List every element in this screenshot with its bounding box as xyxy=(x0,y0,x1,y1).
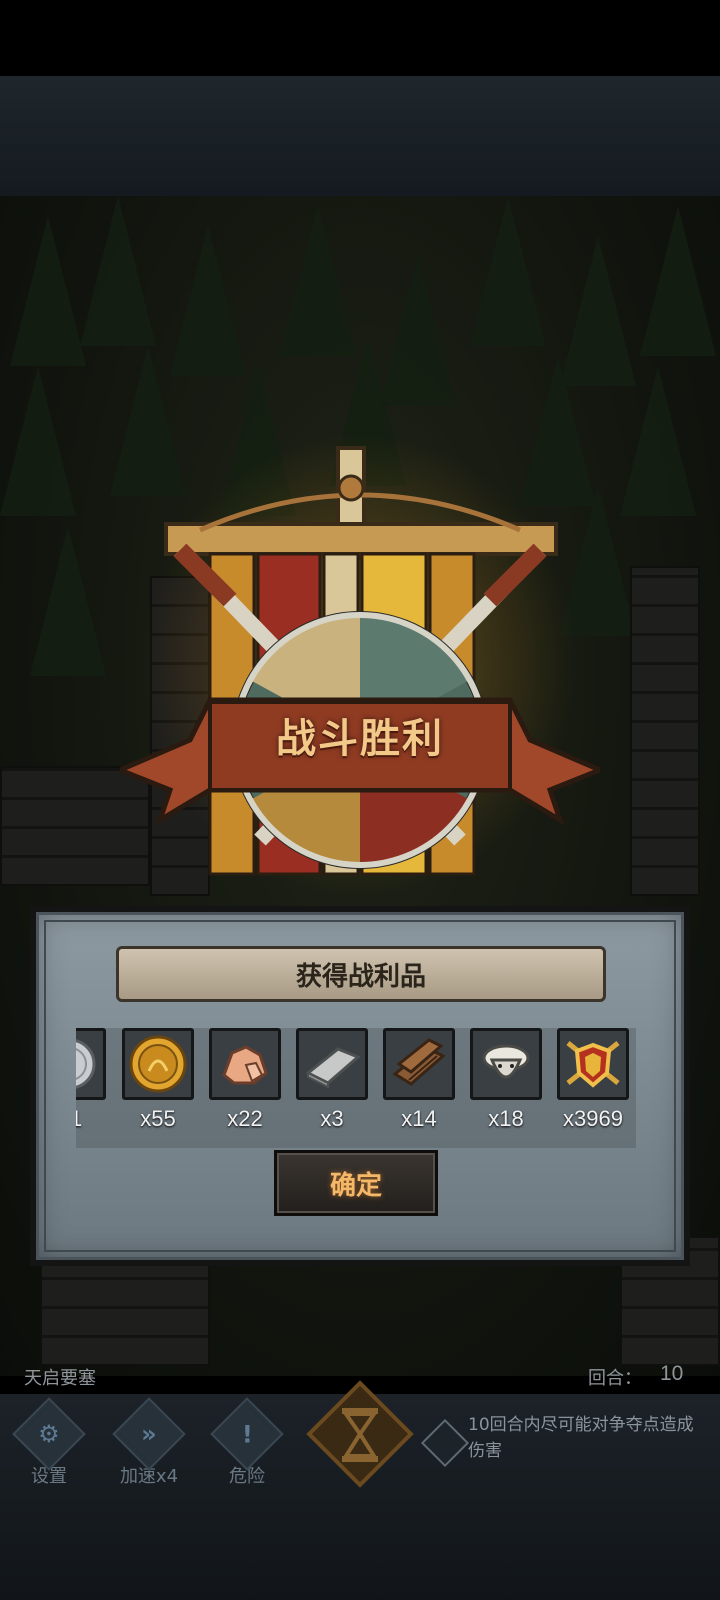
gear-icon: ⚙ xyxy=(12,1397,86,1471)
item-slot xyxy=(76,1028,106,1100)
end-turn-button[interactable] xyxy=(304,1378,416,1490)
loot-item-wood[interactable]: x14 xyxy=(381,1028,457,1148)
item-count: x55 xyxy=(140,1106,176,1131)
loot-item-gold-coin[interactable]: x55 xyxy=(120,1028,196,1148)
item-count: x22 xyxy=(227,1106,263,1131)
objective-text: 10回合内尽可能对争夺点造成伤害 xyxy=(468,1415,694,1461)
loot-title: 获得战利品 xyxy=(295,961,426,992)
silver-coin-icon xyxy=(76,1039,96,1089)
loot-item-merit[interactable]: x3969 xyxy=(555,1028,631,1148)
sheep-icon xyxy=(482,1044,530,1079)
item-count: x14 xyxy=(401,1106,437,1131)
loot-item-stone-ore[interactable]: x22 xyxy=(207,1028,283,1148)
item-slot xyxy=(557,1028,629,1100)
item-slot xyxy=(296,1028,368,1100)
confirm-button[interactable]: 确定 xyxy=(274,1150,438,1216)
settings-button[interactable]: ⚙ 设置 xyxy=(6,1397,92,1488)
wood-planks-icon xyxy=(392,1038,446,1086)
speed-button[interactable]: » 加速x4 xyxy=(106,1397,192,1488)
crossed-tools-icon xyxy=(420,1418,470,1468)
round-value: 10 xyxy=(660,1362,684,1385)
victory-title: 战斗胜利 xyxy=(276,716,444,762)
header-strip xyxy=(0,76,720,196)
fast-forward-icon: » xyxy=(112,1397,186,1471)
item-slot xyxy=(383,1028,455,1100)
gold-shield-medal-icon xyxy=(566,1041,620,1088)
danger-button[interactable]: ! 危险 xyxy=(204,1397,290,1488)
objective-tip: 10回合内尽可能对争夺点造成伤害 xyxy=(420,1408,710,1478)
round-label: 回合： xyxy=(588,1368,642,1389)
status-bar xyxy=(0,0,720,76)
stone-ore-icon xyxy=(222,1045,268,1085)
item-count: x3 xyxy=(320,1106,344,1131)
loot-item-silver-coin[interactable]: 21 xyxy=(76,1028,108,1148)
confirm-label: 确定 xyxy=(329,1170,382,1201)
item-count: x3969 xyxy=(563,1106,623,1131)
hourglass-icon xyxy=(306,1380,414,1488)
loot-items-list[interactable]: 21 x55 x22 xyxy=(76,1028,636,1148)
victory-emblem: 战斗胜利 xyxy=(113,440,607,900)
item-slot xyxy=(122,1028,194,1100)
item-slot xyxy=(209,1028,281,1100)
loot-item-sheep[interactable]: x18 xyxy=(468,1028,544,1148)
item-slot xyxy=(470,1028,542,1100)
warning-icon: ! xyxy=(210,1397,284,1471)
fortress-name: 天启要塞 xyxy=(24,1368,96,1389)
banner-shield-icon xyxy=(113,446,607,876)
loot-panel: 获得战利品 21 x55 xyxy=(30,906,690,1266)
loot-title-banner: 获得战利品 xyxy=(116,946,606,1002)
loot-item-iron-ingot[interactable]: x3 xyxy=(294,1028,370,1148)
iron-ingot-icon xyxy=(305,1047,361,1089)
item-count: x18 xyxy=(488,1106,524,1131)
gold-coin-icon xyxy=(129,1035,187,1093)
